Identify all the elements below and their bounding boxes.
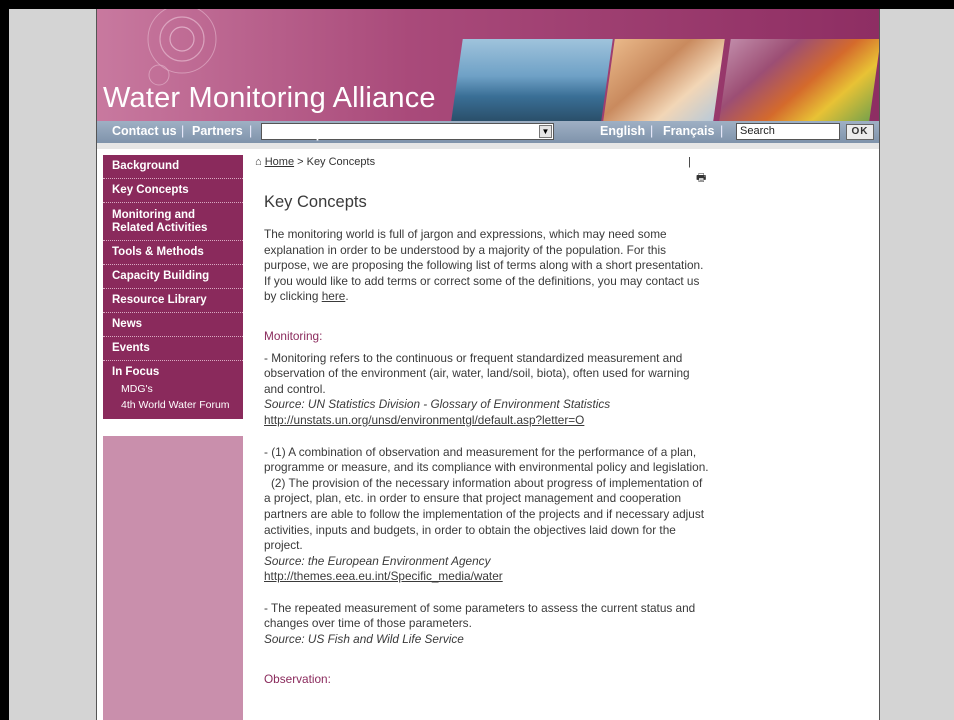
- header-banner: Water Monitoring Alliance: [97, 9, 879, 121]
- sidebar-filler: [103, 436, 243, 720]
- tools-separator: |: [688, 156, 691, 168]
- home-icon: ⌂: [255, 156, 262, 168]
- site-title: Water Monitoring Alliance: [103, 82, 436, 114]
- nav-separator: |: [181, 124, 185, 138]
- source-link-1[interactable]: http://unstats.un.org/unsd/environmentgl…: [264, 413, 584, 427]
- breadcrumb-current: > Key Concepts: [297, 156, 376, 168]
- term-monitoring: Monitoring:: [264, 328, 323, 343]
- source-link-2[interactable]: http://themes.eea.eu.int/Specific_media/…: [264, 569, 503, 583]
- partners-link[interactable]: Partners: [192, 124, 243, 138]
- sidebar-item-resource-library[interactable]: Resource Library: [103, 289, 243, 313]
- top-nav-bar: Contact us | Partners | Select a partner…: [97, 121, 879, 143]
- article-body: The monitoring world is full of jargon a…: [264, 227, 709, 687]
- page-tools: | 🖶: [688, 155, 706, 186]
- window-frame-top: [0, 0, 954, 9]
- boat-photo: [451, 39, 613, 121]
- francais-link[interactable]: Français: [663, 124, 714, 138]
- sidebar-item-tools-methods[interactable]: Tools & Methods: [103, 241, 243, 265]
- source-3: Source: US Fish and Wild Life Service: [264, 632, 464, 647]
- search-input[interactable]: Search: [736, 123, 840, 140]
- here-link[interactable]: here: [322, 289, 346, 303]
- dropdown-arrow-icon[interactable]: ▼: [539, 125, 552, 138]
- source-2: Source: the European Environment Agency: [264, 553, 491, 568]
- nav-separator: |: [650, 124, 654, 138]
- sidebar-item-news[interactable]: News: [103, 313, 243, 337]
- source-1: Source: UN Statistics Division - Glossar…: [264, 397, 611, 412]
- definition-1: - Monitoring refers to the continuous or…: [264, 350, 690, 396]
- in-focus-section: In Focus MDG's 4th World Water Forum: [103, 361, 243, 419]
- intro-paragraph: The monitoring world is full of jargon a…: [264, 227, 704, 273]
- contact-paragraph: If you would like to add terms or correc…: [264, 273, 700, 304]
- sidebar-item-events[interactable]: Events: [103, 337, 243, 361]
- print-icon[interactable]: 🖶: [696, 172, 706, 184]
- breadcrumb: ⌂ Home > Key Concepts: [255, 155, 375, 171]
- page-container: Water Monitoring Alliance Contact us | P…: [96, 9, 880, 720]
- logo-swirl-icon: [147, 9, 217, 86]
- definition-2b: (2) The provision of the necessary infor…: [264, 475, 705, 553]
- english-link[interactable]: English: [600, 124, 645, 138]
- term-observation: Observation:: [264, 671, 331, 686]
- nav-shadow-strip: [97, 143, 879, 149]
- fruit-water-photo: [719, 39, 879, 121]
- contact-us-link[interactable]: Contact us: [112, 124, 177, 138]
- sidebar-item-background[interactable]: Background: [103, 155, 243, 179]
- page-title: Key Concepts: [264, 193, 367, 211]
- focus-link-world-water-forum[interactable]: 4th World Water Forum: [103, 397, 243, 413]
- sidebar-menu: Background Key Concepts Monitoring and R…: [103, 155, 243, 419]
- nav-separator: |: [720, 124, 724, 138]
- sidebar-item-monitoring[interactable]: Monitoring and Related Activities: [103, 203, 243, 241]
- window-frame-left: [0, 0, 9, 720]
- sidebar-item-capacity-building[interactable]: Capacity Building: [103, 265, 243, 289]
- definition-3: - The repeated measurement of some param…: [264, 600, 696, 631]
- focus-link-mdgs[interactable]: MDG's: [103, 381, 243, 397]
- partner-select-value: Select a partner...: [265, 127, 369, 141]
- search-ok-button[interactable]: OK: [846, 124, 874, 140]
- child-drinking-photo: [603, 39, 725, 121]
- partner-select[interactable]: Select a partner... ▼: [261, 123, 554, 141]
- definition-2a: - (1) A combination of observation and m…: [264, 444, 709, 475]
- breadcrumb-home-link[interactable]: Home: [265, 156, 294, 168]
- in-focus-title: In Focus: [112, 366, 160, 378]
- nav-separator: |: [249, 124, 253, 138]
- sidebar-item-key-concepts[interactable]: Key Concepts: [103, 179, 243, 203]
